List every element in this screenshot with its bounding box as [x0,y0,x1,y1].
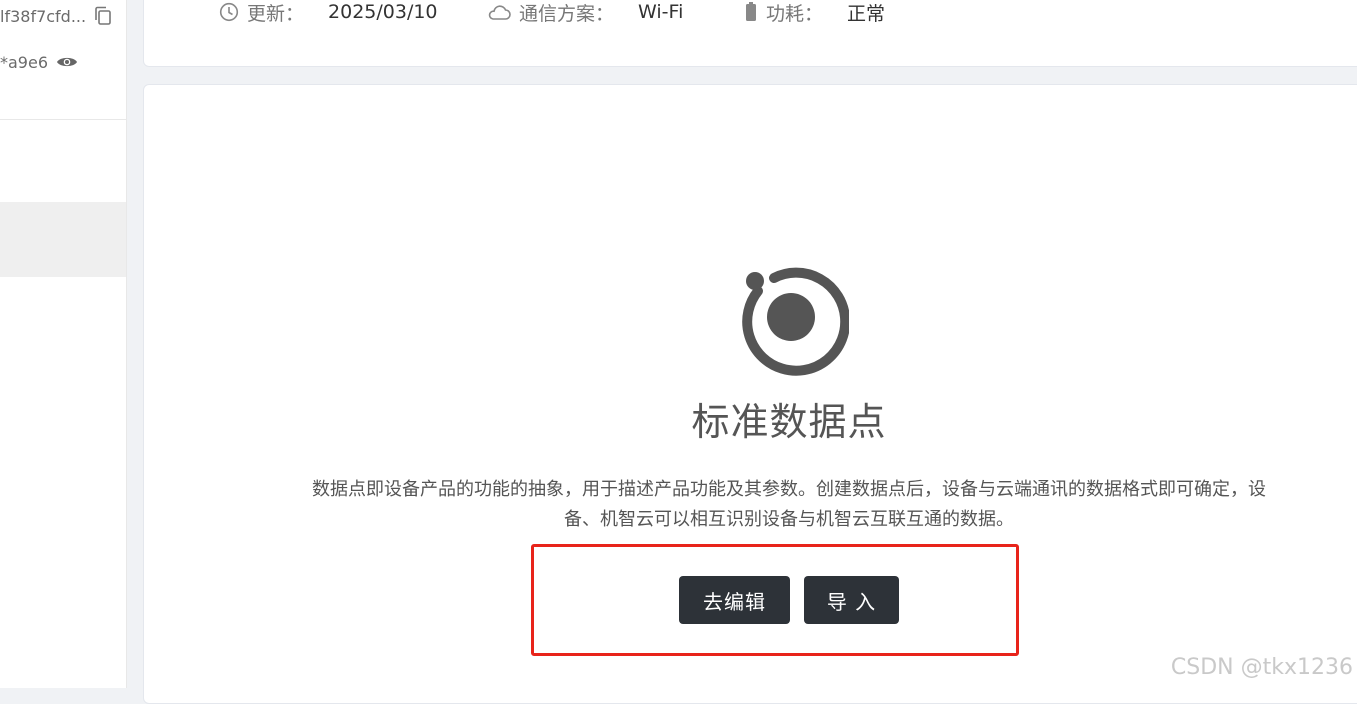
power-label: 功耗： [766,0,823,26]
clock-icon [219,2,239,22]
product-secret-row: *a9e6 [0,50,118,74]
cloud-icon [487,3,511,21]
battery-icon [744,2,758,22]
product-secret-value: *a9e6 [0,53,48,72]
power-value: 正常 [847,0,885,26]
page-description: 数据点即设备产品的功能的抽象，用于描述产品功能及其参数。创建数据点后，设备与云端… [304,475,1274,535]
watermark: CSDN @tkx1236 [1171,655,1353,680]
sidebar-divider [0,119,127,120]
page-title: 标准数据点 [144,391,1357,446]
eye-icon[interactable] [56,51,78,73]
updated-value: 2025/03/10 [328,1,438,23]
sidebar-item-active[interactable] [0,202,127,277]
sidebar: lf38f7cfd... *a9e6 [0,0,127,688]
product-key-value: lf38f7cfd... [0,7,86,26]
data-point-logo-icon [734,261,849,376]
data-points-card: 标准数据点 数据点即设备产品的功能的抽象，用于描述产品功能及其参数。创建数据点后… [143,84,1357,704]
info-comm: 通信方案： Wi-Fi [487,0,683,25]
info-updated: 更新： 2025/03/10 [219,0,438,25]
updated-label: 更新： [247,0,304,26]
edit-button[interactable]: 去编辑 [679,576,790,624]
product-info-card: 更新： 2025/03/10 通信方案： Wi-Fi 功耗： 正常 [143,0,1357,67]
import-button[interactable]: 导 入 [804,576,899,624]
info-power: 功耗： 正常 [744,0,885,25]
comm-value: Wi-Fi [638,1,683,23]
comm-label: 通信方案： [519,0,614,26]
copy-icon[interactable] [92,5,114,27]
product-key-row: lf38f7cfd... [0,4,118,28]
